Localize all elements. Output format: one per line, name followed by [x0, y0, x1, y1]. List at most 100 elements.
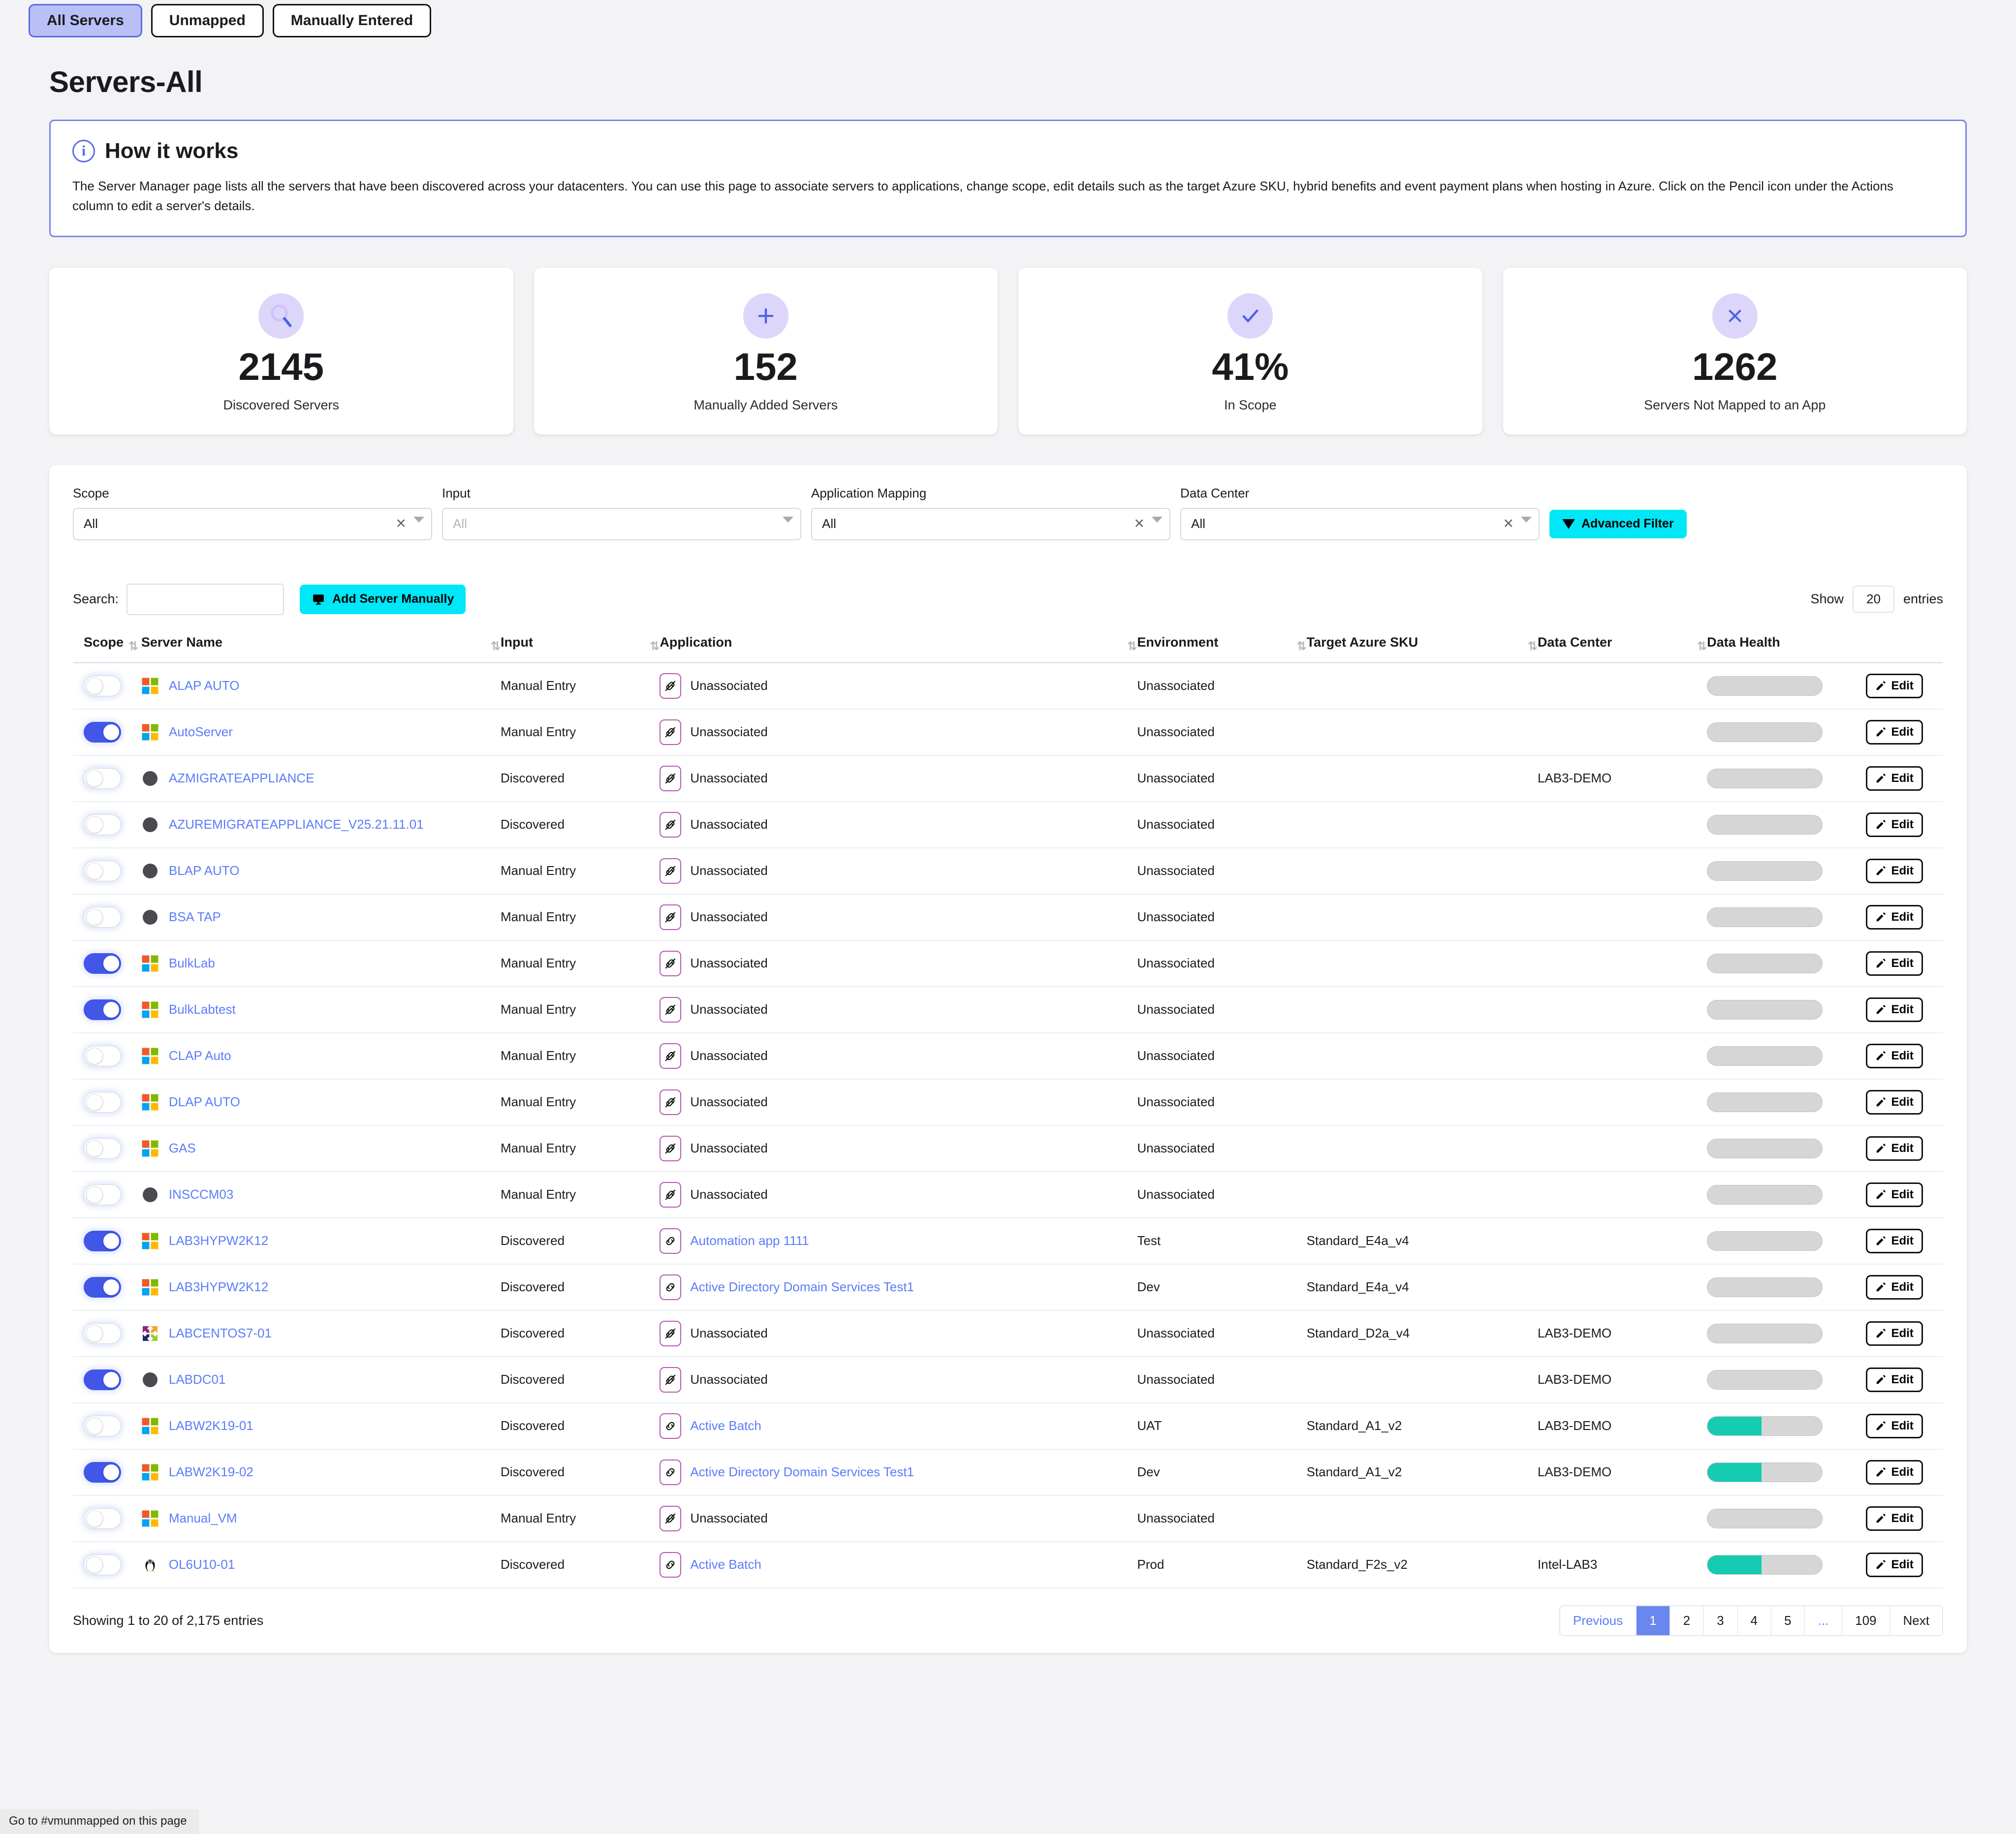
edit-button[interactable]: Edit: [1866, 1321, 1923, 1346]
filter-bar: Scope All ✕ Input All Application Mappin…: [73, 486, 1943, 540]
edit-button[interactable]: Edit: [1866, 858, 1923, 883]
server-name-link[interactable]: LABW2K19-02: [169, 1464, 253, 1480]
scope-toggle[interactable]: [84, 675, 121, 696]
scope-toggle[interactable]: [84, 814, 121, 835]
column-header-input[interactable]: Input ⇅: [500, 627, 660, 663]
pagination-item-5[interactable]: 5: [1771, 1606, 1805, 1635]
edit-button[interactable]: Edit: [1866, 1089, 1923, 1115]
pagination-item-dotsdotsdots[interactable]: ...: [1805, 1606, 1843, 1635]
scope-toggle[interactable]: [84, 1045, 121, 1066]
scope-toggle[interactable]: [84, 860, 121, 881]
application-name[interactable]: Active Batch: [690, 1418, 761, 1433]
scope-toggle[interactable]: [84, 721, 121, 743]
scope-toggle[interactable]: [84, 1184, 121, 1205]
server-name-link[interactable]: BSA TAP: [169, 909, 221, 925]
edit-button[interactable]: Edit: [1866, 1367, 1923, 1392]
edit-button[interactable]: Edit: [1866, 812, 1923, 837]
application-name[interactable]: Active Directory Domain Services Test1: [690, 1464, 914, 1480]
server-name-link[interactable]: ALAP AUTO: [169, 678, 240, 693]
edit-button[interactable]: Edit: [1866, 1136, 1923, 1161]
server-name-link[interactable]: BLAP AUTO: [169, 863, 240, 878]
advanced-filter-button[interactable]: Advanced Filter: [1549, 509, 1687, 538]
scope-toggle[interactable]: [84, 906, 121, 928]
pagination-item-2[interactable]: 2: [1670, 1606, 1704, 1635]
server-name-link[interactable]: LABDC01: [169, 1372, 226, 1387]
server-name-link[interactable]: BulkLab: [169, 956, 215, 971]
edit-button[interactable]: Edit: [1866, 1182, 1923, 1207]
column-header-scope[interactable]: Scope ⇅: [73, 627, 141, 663]
column-header-application[interactable]: Application ⇅: [660, 627, 1137, 663]
pagination-item-109[interactable]: 109: [1842, 1606, 1890, 1635]
scope-toggle[interactable]: [84, 1508, 121, 1529]
clear-icon[interactable]: ✕: [395, 516, 407, 531]
scope-toggle[interactable]: [84, 1415, 121, 1436]
scope-toggle[interactable]: [84, 1369, 121, 1390]
scope-select[interactable]: All ✕: [73, 507, 432, 540]
tab-unmapped[interactable]: Unmapped: [151, 4, 264, 37]
server-name-link[interactable]: Manual_VM: [169, 1511, 237, 1526]
table-row: AZUREMIGRATEAPPLIANCE_V25.21.11.01 Discov…: [73, 801, 1943, 848]
clear-icon[interactable]: ✕: [1503, 516, 1514, 531]
scope-toggle[interactable]: [84, 1554, 121, 1575]
data-center-select[interactable]: All ✕: [1180, 507, 1540, 540]
scope-toggle[interactable]: [84, 1276, 121, 1298]
cell-application: Automation app 1111: [660, 1217, 1137, 1265]
server-name-link[interactable]: CLAP Auto: [169, 1048, 231, 1063]
edit-button[interactable]: Edit: [1866, 904, 1923, 930]
server-name-link[interactable]: OL6U10-01: [169, 1557, 235, 1572]
pagination-item-4[interactable]: 4: [1738, 1606, 1771, 1635]
server-name-link[interactable]: DLAP AUTO: [169, 1094, 240, 1110]
edit-button[interactable]: Edit: [1866, 951, 1923, 976]
server-name-link[interactable]: AutoServer: [169, 724, 233, 740]
scope-toggle[interactable]: [84, 1230, 121, 1251]
column-header-environment[interactable]: Environment ⇅: [1137, 627, 1307, 663]
edit-button[interactable]: Edit: [1866, 1413, 1923, 1438]
server-name-link[interactable]: GAS: [169, 1141, 196, 1156]
pagination-item-next[interactable]: Next: [1890, 1606, 1942, 1635]
server-name-link[interactable]: LABW2K19-01: [169, 1418, 253, 1433]
entries-per-page-select[interactable]: 20: [1853, 586, 1894, 613]
edit-button[interactable]: Edit: [1866, 997, 1923, 1022]
pagination-item-previous[interactable]: Previous: [1560, 1606, 1637, 1635]
tab-all-servers[interactable]: All Servers: [29, 4, 142, 37]
edit-button[interactable]: Edit: [1866, 1460, 1923, 1485]
edit-button[interactable]: Edit: [1866, 719, 1923, 745]
input-select[interactable]: All: [442, 507, 801, 540]
column-header-data-center[interactable]: Data Center ⇅: [1537, 627, 1707, 663]
edit-button[interactable]: Edit: [1866, 1506, 1923, 1531]
edit-button[interactable]: Edit: [1866, 1043, 1923, 1068]
application-mapping-select[interactable]: All ✕: [811, 507, 1170, 540]
server-name-link[interactable]: AZUREMIGRATEAPPLIANCE_V25.21.11.01: [169, 817, 424, 832]
scope-toggle[interactable]: [84, 1461, 121, 1483]
scope-toggle[interactable]: [84, 1138, 121, 1159]
scope-toggle[interactable]: [84, 1323, 121, 1344]
windows-logo-icon: [142, 1510, 158, 1527]
server-name-link[interactable]: LAB3HYPW2K12: [169, 1279, 268, 1295]
server-name-link[interactable]: LAB3HYPW2K12: [169, 1233, 268, 1248]
server-name-link[interactable]: BulkLabtest: [169, 1002, 236, 1017]
application-name[interactable]: Automation app 1111: [690, 1233, 809, 1248]
application-name[interactable]: Active Directory Domain Services Test1: [690, 1279, 914, 1295]
tab-manually-entered[interactable]: Manually Entered: [272, 4, 432, 37]
input-value: Manual Entry: [500, 1002, 576, 1017]
edit-button[interactable]: Edit: [1866, 1552, 1923, 1577]
edit-button[interactable]: Edit: [1866, 1228, 1923, 1253]
edit-button[interactable]: Edit: [1866, 1274, 1923, 1300]
search-input[interactable]: [126, 583, 284, 615]
application-name[interactable]: Active Batch: [690, 1557, 761, 1572]
scope-toggle[interactable]: [84, 1091, 121, 1113]
edit-button[interactable]: Edit: [1866, 766, 1923, 791]
add-server-manually-button[interactable]: Add Server Manually: [300, 584, 466, 614]
server-name-link[interactable]: INSCCM03: [169, 1187, 233, 1202]
column-header-target-azure-sku[interactable]: Target Azure SKU ⇅: [1306, 627, 1538, 663]
scope-toggle[interactable]: [84, 999, 121, 1020]
edit-button[interactable]: Edit: [1866, 673, 1923, 698]
scope-toggle[interactable]: [84, 768, 121, 789]
scope-toggle[interactable]: [84, 953, 121, 974]
pagination-item-1[interactable]: 1: [1637, 1606, 1670, 1635]
server-name-link[interactable]: AZMIGRATEAPPLIANCE: [169, 771, 315, 786]
server-name-link[interactable]: LABCENTOS7-01: [169, 1326, 272, 1341]
pagination-item-3[interactable]: 3: [1704, 1606, 1738, 1635]
clear-icon[interactable]: ✕: [1134, 516, 1145, 531]
column-header-server-name[interactable]: Server Name ⇅: [141, 627, 501, 663]
